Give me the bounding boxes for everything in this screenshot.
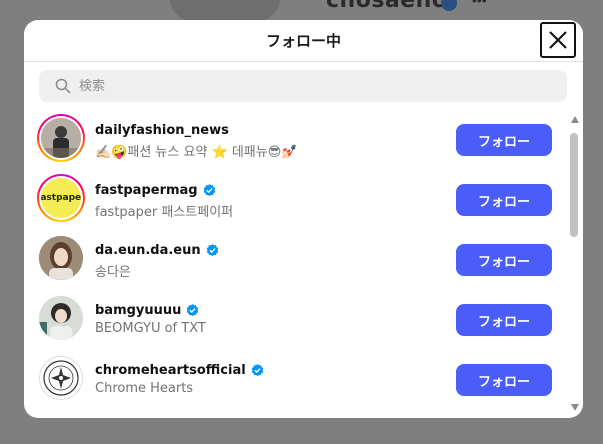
following-list: dailyfashion_news ✍🏻🤪패션 뉴스 요약 ⭐ 데패뉴😎💅🏻 フ…: [24, 110, 568, 410]
avatar-logo-text: fastpaper: [41, 193, 81, 203]
person-photo-icon: [41, 118, 81, 158]
search-icon: [55, 78, 71, 94]
list-item: dailyfashion_news ✍🏻🤪패션 뉴스 요약 ⭐ 데패뉴😎💅🏻 フ…: [24, 110, 568, 170]
avatar[interactable]: [37, 294, 85, 342]
avatar[interactable]: [37, 114, 85, 162]
user-fullname: ✍🏻🤪패션 뉴스 요약 ⭐ 데패뉴😎💅🏻: [95, 145, 298, 160]
username[interactable]: chromeheartsofficial: [95, 363, 246, 378]
list-item: da.eun.da.eun 송다은 フォロー: [24, 230, 568, 290]
username[interactable]: da.eun.da.eun: [95, 243, 201, 258]
x-icon: [549, 31, 567, 49]
verified-icon: [206, 243, 218, 256]
list-scrollbar[interactable]: [569, 116, 581, 416]
username[interactable]: bamgyuuuu: [95, 303, 181, 318]
dialog-title: フォロー中: [265, 32, 341, 50]
verified-icon: [203, 183, 215, 196]
background-more-icon: •••: [472, 0, 487, 8]
dialog-header: フォロー中: [24, 20, 583, 62]
avatar[interactable]: fastpaper: [37, 174, 85, 222]
search-input[interactable]: [79, 78, 539, 94]
follow-button[interactable]: フォロー: [456, 304, 552, 336]
avatar[interactable]: [37, 354, 85, 402]
scroll-thumb[interactable]: [570, 133, 578, 237]
background-profile-username: chosaeno: [326, 0, 448, 13]
verified-icon: [251, 363, 264, 376]
follow-button[interactable]: フォロー: [456, 364, 552, 396]
username[interactable]: dailyfashion_news: [95, 123, 229, 138]
verified-icon: [187, 303, 199, 316]
list-item: chromeheartsofficial Chrome Hearts フォロー: [24, 350, 568, 410]
user-fullname: 송다은: [95, 265, 131, 280]
person-photo-icon: [39, 296, 83, 340]
follow-button[interactable]: フォロー: [456, 124, 552, 156]
following-dialog: フォロー中 検索 dailyfashion_news ✍🏻🤪패션 뉴스 요약 ⭐…: [24, 20, 583, 418]
user-fullname: BEOMGYU of TXT: [95, 321, 206, 336]
scroll-up-arrow-icon[interactable]: [571, 116, 579, 123]
user-fullname: Chrome Hearts: [95, 381, 194, 396]
avatar[interactable]: [37, 234, 85, 282]
follow-button[interactable]: フォロー: [456, 184, 552, 216]
follow-button[interactable]: フォロー: [456, 244, 552, 276]
scroll-down-arrow-icon[interactable]: [571, 404, 579, 411]
background-verified-icon: [441, 0, 457, 11]
user-fullname: fastpaper 패스트페이퍼: [95, 205, 234, 220]
search-box[interactable]: [39, 70, 567, 102]
person-photo-icon: [39, 236, 83, 280]
list-item: fastpaper fastpapermag fastpaper 패스트페이퍼 …: [24, 170, 568, 230]
list-item: bamgyuuuu BEOMGYU of TXT フォロー: [24, 290, 568, 350]
cross-logo-icon: [43, 360, 79, 396]
username[interactable]: fastpapermag: [95, 183, 198, 198]
close-button[interactable]: [540, 22, 576, 58]
